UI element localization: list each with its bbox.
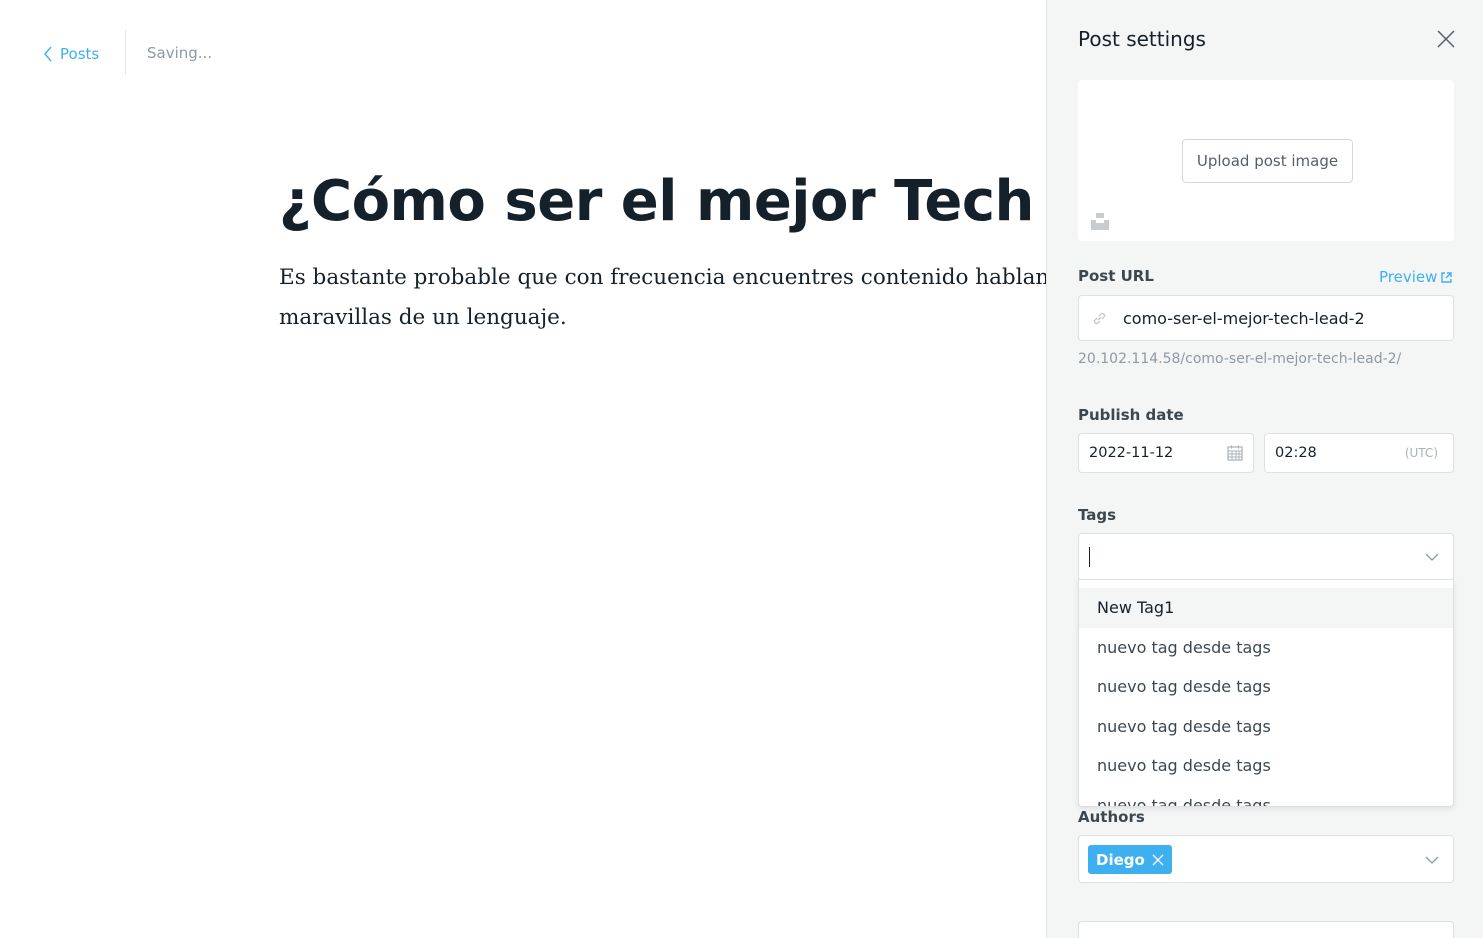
- topbar-divider: [125, 30, 126, 75]
- timezone-label: (UTC): [1404, 446, 1438, 460]
- close-settings-button[interactable]: [1435, 28, 1457, 50]
- tag-option[interactable]: nuevo tag desde tags: [1079, 746, 1453, 786]
- chevron-down-icon[interactable]: [1425, 552, 1439, 562]
- preview-link[interactable]: Preview: [1379, 268, 1453, 286]
- close-icon: [1437, 30, 1455, 48]
- tags-input[interactable]: [1078, 533, 1454, 580]
- upload-post-image-button[interactable]: Upload post image: [1182, 139, 1353, 183]
- post-image-dropzone: Upload post image: [1078, 80, 1454, 241]
- unsplash-icon[interactable]: [1091, 212, 1109, 230]
- back-to-posts-link[interactable]: Posts: [42, 42, 99, 66]
- publish-date-label: Publish date: [1078, 406, 1184, 424]
- next-setting-field[interactable]: [1078, 921, 1454, 938]
- link-icon: [1093, 312, 1106, 325]
- post-url-input[interactable]: [1123, 296, 1443, 340]
- publish-date-field: [1078, 433, 1254, 473]
- tags-options-list: New Tag1 nuevo tag desde tags nuevo tag de…: [1079, 580, 1453, 806]
- post-full-url: 20.102.114.58/como-ser-el-mejor-tech-lea…: [1078, 351, 1402, 367]
- tag-option[interactable]: nuevo tag desde tags: [1079, 707, 1453, 747]
- tags-label: Tags: [1078, 506, 1117, 524]
- post-editor: Posts Saving... ¿Cómo ser el mejor Tech …: [0, 0, 1046, 938]
- post-title-field[interactable]: ¿Cómo ser el mejor Tech Lead?: [279, 162, 1046, 242]
- post-url-field: [1078, 295, 1454, 341]
- tag-option[interactable]: nuevo tag desde tags: [1079, 786, 1453, 806]
- post-settings-panel: Post settings Upload post image Post URL…: [1046, 0, 1483, 938]
- back-link-label: Posts: [60, 45, 100, 63]
- preview-link-label: Preview: [1379, 268, 1438, 286]
- publish-time-input[interactable]: [1275, 434, 1395, 472]
- chevron-left-icon: [44, 46, 52, 62]
- publish-time-field: (UTC): [1264, 433, 1454, 473]
- remove-token-icon[interactable]: [1152, 854, 1164, 866]
- tags-dropdown: New Tag1 nuevo tag desde tags nuevo tag de…: [1078, 579, 1454, 807]
- post-url-label: Post URL: [1078, 267, 1154, 285]
- post-body-editor[interactable]: Es bastante probable que con frecuencia …: [279, 258, 1046, 338]
- tag-option[interactable]: nuevo tag desde tags: [1079, 667, 1453, 707]
- editor-topbar: Posts Saving...: [0, 0, 1046, 108]
- save-status: Saving...: [147, 44, 213, 62]
- authors-input[interactable]: Diego: [1078, 835, 1454, 883]
- external-link-icon: [1441, 271, 1453, 283]
- authors-label: Authors: [1078, 808, 1145, 826]
- author-token[interactable]: Diego: [1088, 845, 1172, 874]
- tag-option[interactable]: New Tag1: [1079, 588, 1453, 628]
- panel-title: Post settings: [1078, 27, 1206, 51]
- author-token-label: Diego: [1096, 850, 1145, 869]
- text-cursor: [1089, 547, 1090, 567]
- tag-option[interactable]: nuevo tag desde tags: [1079, 628, 1453, 668]
- calendar-icon[interactable]: [1227, 445, 1243, 461]
- chevron-down-icon[interactable]: [1425, 855, 1439, 865]
- publish-date-input[interactable]: [1089, 434, 1219, 472]
